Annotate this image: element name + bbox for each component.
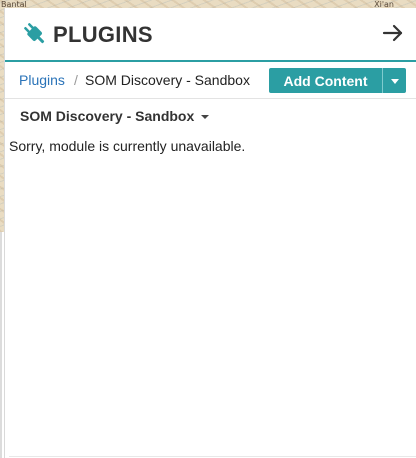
breadcrumb-plugins-link[interactable]: Plugins [19,72,65,88]
panel-toolbar: Plugins / SOM Discovery - Sandbox Add Co… [5,62,416,99]
map-edge [0,232,2,458]
breadcrumb-separator: / [74,72,78,88]
module-selector[interactable]: SOM Discovery - Sandbox [20,108,210,124]
add-content-dropdown-button[interactable] [382,68,406,93]
caret-down-icon [201,114,210,119]
panel-bottom-divider [9,456,416,457]
panel-header: PLUGINS [5,8,416,62]
add-content-button[interactable]: Add Content [269,68,382,93]
module-title: SOM Discovery - Sandbox [20,108,195,124]
plug-icon [24,23,45,44]
add-content-button-group: Add Content [269,68,406,93]
module-unavailable-message: Sorry, module is currently unavailable. [9,138,246,154]
panel-title: PLUGINS [53,22,153,47]
plugins-panel: PLUGINS Plugins / SOM Discovery - Sandbo… [4,8,416,458]
arrow-right-icon[interactable] [382,22,404,44]
caret-down-icon [391,79,399,84]
breadcrumb-current: SOM Discovery - Sandbox [85,72,250,88]
